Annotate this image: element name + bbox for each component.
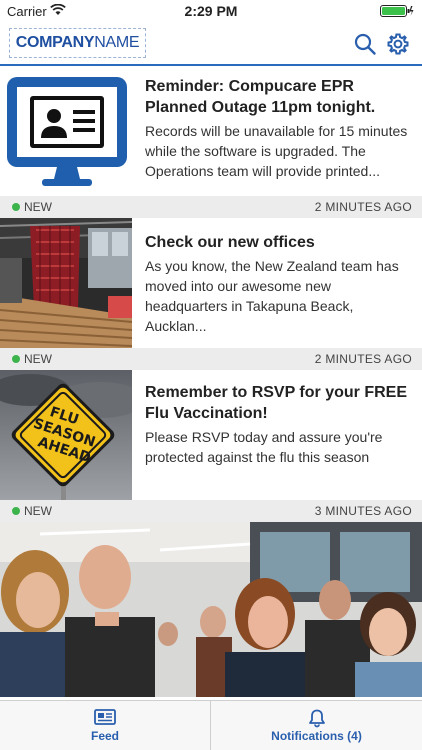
- gear-icon[interactable]: [386, 32, 410, 56]
- feed-item[interactable]: Reminder: Compucare EPR Planned Outage 1…: [0, 66, 422, 196]
- feed-item-thumbnail: [0, 66, 132, 196]
- feed-item-meta: NEW 2 MINUTES AGO: [0, 196, 422, 218]
- news-feed[interactable]: Reminder: Compucare EPR Planned Outage 1…: [0, 66, 422, 700]
- feed-item-body: Please RSVP today and assure you're prot…: [145, 429, 383, 465]
- battery-icon: [380, 5, 414, 17]
- newspaper-icon: [94, 709, 116, 725]
- office-interior-image: [0, 218, 132, 348]
- logo-name-text: NAME: [94, 34, 140, 51]
- feed-item[interactable]: Check our new offices As you know, the N…: [0, 218, 422, 348]
- new-badge: NEW: [24, 352, 52, 366]
- feed-item-body: As you know, the New Zealand team has mo…: [145, 258, 399, 334]
- status-bar: Carrier 2:29 PM: [0, 0, 422, 22]
- app-header: COMPANY NAME: [0, 22, 422, 66]
- monitor-contact-card-icon: [0, 66, 132, 196]
- feed-item-meta: NEW 2 MINUTES AGO: [0, 348, 422, 370]
- feed-item-thumbnail: FLU SEASON AHEAD: [0, 370, 132, 500]
- tab-notifications-label: Notifications (4): [271, 729, 362, 743]
- new-badge: NEW: [24, 504, 52, 518]
- new-badge: NEW: [24, 200, 52, 214]
- new-status-dot: [12, 507, 20, 515]
- timestamp: 2 MINUTES AGO: [314, 352, 412, 366]
- feed-item-thumbnail: [0, 218, 132, 348]
- tab-feed-label: Feed: [90, 729, 119, 743]
- feed-item-meta: NEW 3 MINUTES AGO: [0, 500, 422, 522]
- company-logo[interactable]: COMPANY NAME: [9, 28, 146, 58]
- timestamp: 3 MINUTES AGO: [314, 504, 412, 518]
- timestamp: 2 MINUTES AGO: [314, 200, 412, 214]
- feed-item-title[interactable]: Reminder: Compucare EPR Planned Outage 1…: [145, 76, 415, 118]
- tab-notifications[interactable]: Notifications (4): [211, 701, 422, 750]
- bell-icon: [308, 709, 325, 728]
- team-photo-image: [0, 522, 422, 697]
- feed-item[interactable]: FLU SEASON AHEAD Remember to RSVP for yo…: [0, 370, 422, 500]
- feed-item-photo[interactable]: [0, 522, 422, 697]
- clock: 2:29 PM: [184, 3, 238, 19]
- new-status-dot: [12, 355, 20, 363]
- search-icon[interactable]: [353, 32, 377, 56]
- new-status-dot: [12, 203, 20, 211]
- feed-item-title[interactable]: Remember to RSVP for your FREE Flu Vacci…: [145, 382, 415, 424]
- feed-item-body: Records will be unavailable for 15 minut…: [145, 123, 408, 179]
- feed-item-title[interactable]: Check our new offices: [145, 232, 415, 253]
- tab-bar: Feed Notifications (4): [0, 700, 422, 750]
- logo-company-text: COMPANY: [15, 34, 95, 51]
- tab-feed[interactable]: Feed: [0, 701, 211, 750]
- flu-season-sign-image: FLU SEASON AHEAD: [0, 370, 132, 500]
